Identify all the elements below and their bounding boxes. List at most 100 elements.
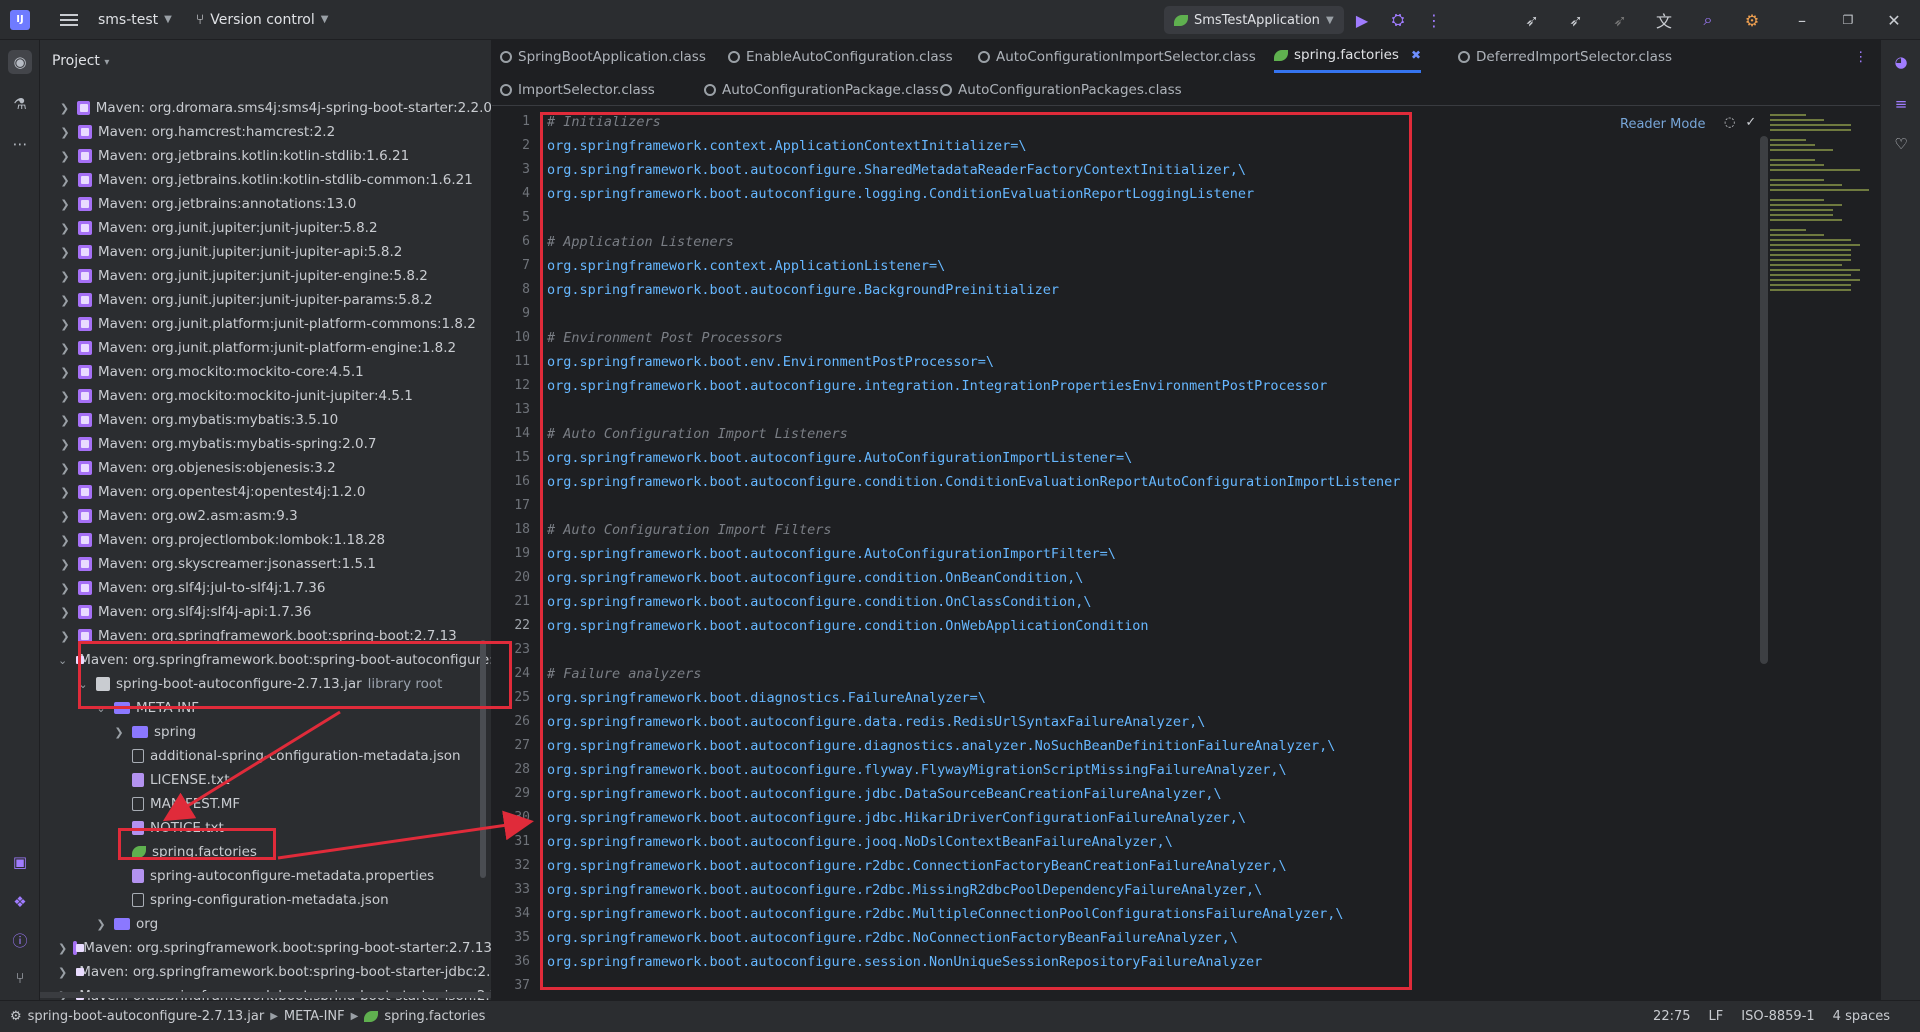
notifications-icon[interactable]: ◕ [1889,50,1913,74]
project-scrollbar[interactable] [480,640,486,878]
tree-item[interactable]: ❯ Maven: org.ow2.asm:asm:9.3 [40,504,491,528]
tree-item[interactable]: NOTICE.txt [40,816,491,840]
chevron-right-icon[interactable]: ❯ [94,918,108,931]
tab-autoconfigurationpackage-class[interactable]: AutoConfigurationPackage.class [704,73,939,106]
chevron-down-icon[interactable]: ⌄ [58,654,67,667]
editor-scrollbar[interactable] [1760,136,1768,664]
chevron-right-icon[interactable]: ❯ [58,438,72,451]
inspection-widget[interactable]: ◌ ✓ [1724,115,1756,130]
tree-item[interactable]: spring-configuration-metadata.json [40,888,491,912]
chevron-right-icon[interactable]: ❯ [58,102,71,115]
problems-tool-icon[interactable]: ⓘ [8,928,32,952]
tree-item[interactable]: ❯ Maven: org.mybatis:mybatis:3.5.10 [40,408,491,432]
chevron-right-icon[interactable]: ❯ [58,582,72,595]
tab-springbootapplication-class[interactable]: SpringBootApplication.class [500,40,706,73]
run-config-selector[interactable]: SmsTestApplication ▼ [1164,6,1344,34]
chevron-right-icon[interactable]: ❯ [58,390,72,403]
close-icon[interactable]: ✕ [1884,10,1904,30]
tree-item[interactable]: ❯ Maven: org.slf4j:slf4j-api:1.7.36 [40,600,491,624]
project-panel-title[interactable]: Project ▾ [52,53,109,69]
plugins-tool-icon[interactable]: ❖ [8,890,32,914]
chevron-right-icon[interactable]: ❯ [58,366,72,379]
tree-item[interactable]: ❯ Maven: org.skyscreamer:jsonassert:1.5.1 [40,552,491,576]
tab-spring-factories[interactable]: spring.factories ✖ [1274,40,1422,73]
debug-icon[interactable]: ⛭ [1388,10,1408,30]
chevron-right-icon[interactable]: ❯ [112,726,126,739]
commit-tool-icon[interactable]: ⚗ [8,92,32,116]
tree-item[interactable]: ❯ Maven: org.jetbrains:annotations:13.0 [40,192,491,216]
more-actions-icon[interactable]: ⋮ [1424,10,1444,30]
chevron-down-icon[interactable]: ⌄ [94,702,108,715]
tree-item[interactable]: ❯ Maven: org.springframework.boot:spring-… [40,624,491,648]
close-tab-icon[interactable]: ✖ [1411,48,1421,62]
search-icon[interactable]: ⌕ [1698,10,1718,30]
chevron-right-icon[interactable]: ❯ [58,126,72,139]
tree-item[interactable]: ⌄ META-INF [40,696,491,720]
breadcrumb-item-jar[interactable]: spring-boot-autoconfigure-2.7.13.jar [28,1009,265,1024]
tree-item[interactable]: ❯ Maven: org.junit.jupiter:junit-jupiter-… [40,288,491,312]
database-icon[interactable]: ≡ [1889,92,1913,116]
tree-item[interactable]: ⌄ spring-boot-autoconfigure-2.7.13.jar lib… [40,672,491,696]
chevron-down-icon[interactable]: ⌄ [76,678,90,691]
chevron-right-icon[interactable]: ❯ [58,174,72,187]
check-icon[interactable]: ✓ [1745,115,1756,130]
chevron-right-icon[interactable]: ❯ [58,534,72,547]
plugin-send-disabled-icon[interactable]: ➶ [1610,10,1630,30]
tree-item[interactable]: ❯ Maven: org.projectlombok:lombok:1.18.28 [40,528,491,552]
tree-item[interactable]: ⌄ Maven: org.springframework.boot:spring-… [40,648,491,672]
minimize-icon[interactable]: – [1792,10,1812,30]
chevron-right-icon[interactable]: ❯ [58,294,72,307]
code-editor[interactable]: 1 2 3 4 5 6 7 8 9 10 11 12 13 14 15 16 17 18 19 20 21 22 23 24 2… [492,106,1880,1000]
chevron-right-icon[interactable]: ❯ [58,414,72,427]
services-tool-icon[interactable]: ▣ [8,850,32,874]
chevron-right-icon[interactable]: ❯ [58,222,72,235]
chevron-right-icon[interactable]: ❯ [58,606,72,619]
tree-item[interactable]: ❯ Maven: org.junit.jupiter:junit-jupiter-… [40,240,491,264]
chevron-right-icon[interactable]: ❯ [58,558,72,571]
file-encoding[interactable]: ISO-8859-1 [1741,1009,1814,1024]
chevron-right-icon[interactable]: ❯ [58,510,72,523]
translate-icon[interactable]: 文 [1654,10,1674,31]
chevron-right-icon[interactable]: ❯ [58,246,72,259]
tree-item[interactable]: ❯ Maven: org.dromara.sms4j:sms4j-spring-b… [40,96,491,120]
chevron-right-icon[interactable]: ❯ [58,462,72,475]
tree-item[interactable]: spring-autoconfigure-metadata.properties [40,864,491,888]
tree-item[interactable]: ❯ Maven: org.hamcrest:hamcrest:2.2 [40,120,491,144]
settings-gear-icon[interactable]: ⚙ [1742,10,1762,30]
tab-autoconfigurationpackages-class[interactable]: AutoConfigurationPackages.class [940,73,1182,106]
breadcrumb-item-file[interactable]: spring.factories [384,1009,485,1024]
eye-off-icon[interactable]: ◌ [1724,115,1735,130]
tab-enableautoconfiguration-class[interactable]: EnableAutoConfiguration.class [728,40,953,73]
chevron-right-icon[interactable]: ❯ [58,318,72,331]
tree-item[interactable]: LICENSE.txt [40,768,491,792]
git-tool-icon[interactable]: ⑂ [8,966,32,990]
tree-item[interactable]: ❯ Maven: org.mybatis:mybatis-spring:2.0.7 [40,432,491,456]
project-tool-icon[interactable]: ◉ [8,50,32,74]
tree-item[interactable]: ❯ Maven: org.slf4j:jul-to-slf4j:1.7.36 [40,576,491,600]
restore-icon[interactable]: ❐ [1838,10,1858,30]
tree-item[interactable]: MANIFEST.MF [40,792,491,816]
plugin-send-icon[interactable]: ➶ [1566,10,1586,30]
tree-item[interactable]: ❯ Maven: org.jetbrains.kotlin:kotlin-stdl… [40,168,491,192]
tree-item[interactable]: ❯ Maven: org.springframework.boot:spring-… [40,936,491,960]
chevron-right-icon[interactable]: ❯ [58,342,72,355]
tab-deferredimportselector-class[interactable]: DeferredImportSelector.class [1458,40,1672,73]
code-minimap[interactable] [1770,114,1880,314]
plugin-rocket-icon[interactable]: ➶ [1522,10,1542,30]
tree-item[interactable]: additional-spring-configuration-metadata… [40,744,491,768]
tree-item[interactable]: ❯ Maven: org.mockito:mockito-junit-jupite… [40,384,491,408]
chevron-right-icon[interactable]: ❯ [58,150,72,163]
tree-item[interactable]: ❯ Maven: org.springframework.boot:spring-… [40,960,491,984]
chevron-right-icon[interactable]: ❯ [58,630,72,643]
chevron-right-icon[interactable]: ❯ [58,942,67,955]
indent-setting[interactable]: 4 spaces [1833,1009,1890,1024]
tree-item[interactable]: ❯ spring [40,720,491,744]
tree-item[interactable]: ❯ Maven: org.junit.jupiter:junit-jupiter-… [40,264,491,288]
tree-item[interactable]: spring.factories [40,840,491,864]
tree-item[interactable]: ❯ Maven: org.jetbrains.kotlin:kotlin-stdl… [40,144,491,168]
chevron-right-icon[interactable]: ❯ [58,486,72,499]
version-control-menu[interactable]: ⑂ Version control ▼ [196,12,329,28]
tab-importselector-class[interactable]: ImportSelector.class [500,73,655,106]
tree-item[interactable]: ❯ Maven: org.opentest4j:opentest4j:1.2.0 [40,480,491,504]
more-tools-icon[interactable]: ⋯ [8,132,32,156]
